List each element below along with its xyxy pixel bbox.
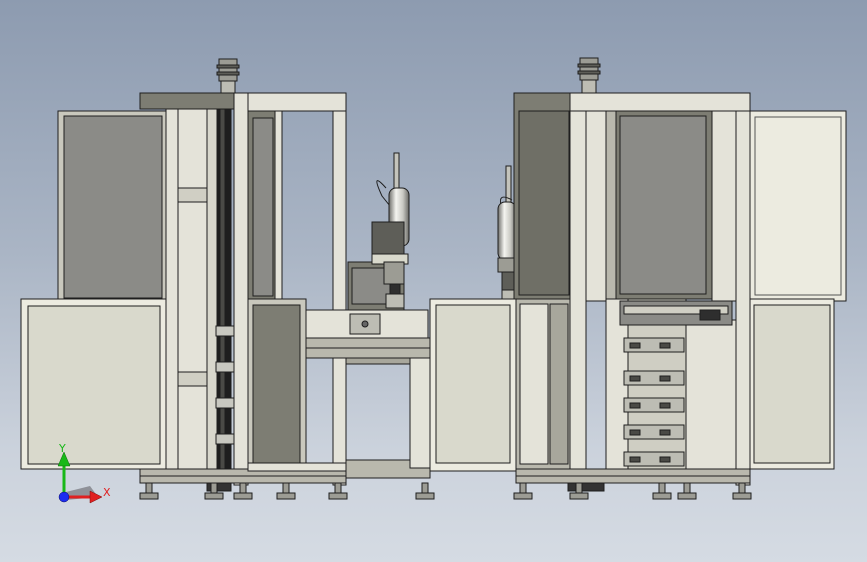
right-top-motor <box>577 57 601 94</box>
center-transfer-station <box>305 152 431 479</box>
triad-x-label: X <box>103 486 111 499</box>
machine-assembly-drawing[interactable] <box>0 0 867 562</box>
triad-y-label: Y <box>59 442 66 455</box>
right-machine-module <box>429 57 847 492</box>
leveling-feet <box>139 482 752 500</box>
left-machine-module <box>20 58 347 492</box>
cad-viewport[interactable]: Y X <box>0 0 867 562</box>
left-top-motor <box>216 58 240 94</box>
right-tray-rack <box>605 298 737 470</box>
z-axis-dot <box>58 491 70 503</box>
